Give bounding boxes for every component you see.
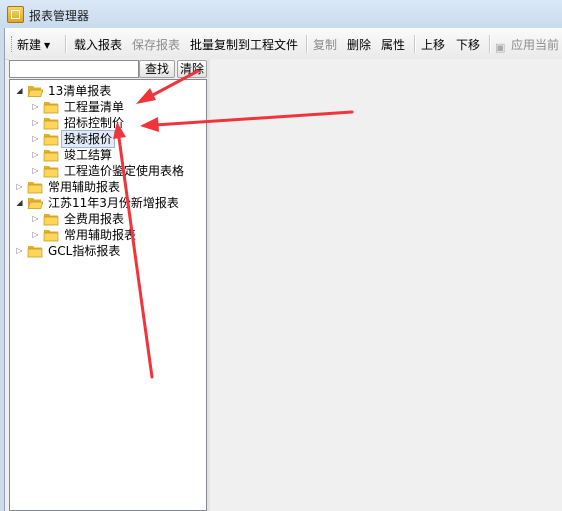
tree-node-13-list-reports[interactable]: ◢ 13清单报表 xyxy=(14,83,113,99)
find-button[interactable]: 查找 xyxy=(139,60,175,78)
tree-node-label: 常用辅助报表 xyxy=(48,180,121,194)
tree-node-completion-settlement[interactable]: ▷ 竣工结算 xyxy=(30,147,114,163)
collapsed-toggle-icon[interactable]: ▷ xyxy=(30,211,41,227)
tree-node-tender-control-price[interactable]: ▷ 招标控制价 xyxy=(30,115,126,131)
collapsed-toggle-icon[interactable]: ▷ xyxy=(30,147,41,163)
tree-node-label: GCL指标报表 xyxy=(48,244,121,258)
tree-node-label: 全费用报表 xyxy=(64,212,125,226)
report-manager-window: 新建 ▼ 载入报表 保存报表 批量复制到工程文件 复制 删除 属性 上移 下移 ▣… xyxy=(4,28,562,511)
tree-node-jiangsu-new-reports[interactable]: ◢ 江苏11年3月份新增报表 xyxy=(14,195,181,211)
folder-icon xyxy=(43,166,59,178)
tree-node-label: 工程造价鉴定使用表格 xyxy=(64,164,185,178)
tree-node-gcl-indicator-reports[interactable]: ▷ GCL指标报表 xyxy=(14,243,122,259)
tree-node-bid-quotation[interactable]: ▷ 投标报价 xyxy=(30,130,116,148)
collapsed-toggle-icon[interactable]: ▷ xyxy=(30,99,41,115)
toolbar: 新建 ▼ 载入报表 保存报表 批量复制到工程文件 复制 删除 属性 上移 下移 ▣… xyxy=(5,28,562,60)
new-label: 新建 xyxy=(17,38,42,52)
app-icon xyxy=(7,6,24,23)
tree-node-label: 江苏11年3月份新增报表 xyxy=(48,196,179,210)
report-preview-area xyxy=(210,59,562,511)
folder-icon xyxy=(43,150,59,162)
tree-node-label: 竣工结算 xyxy=(64,148,113,162)
title-bar: 报表管理器 xyxy=(0,0,562,28)
tree-node-label: 13清单报表 xyxy=(48,84,112,98)
batch-copy-button[interactable]: 批量复制到工程文件 xyxy=(190,36,298,53)
apply-current-button[interactable]: ▣ 应用当前 xyxy=(495,36,559,54)
tree-node-label: 投标报价 xyxy=(60,130,116,148)
folder-icon xyxy=(43,230,59,242)
tree-node-common-auxiliary-reports-2[interactable]: ▷ 常用辅助报表 xyxy=(30,227,138,243)
expanded-toggle-icon[interactable]: ◢ xyxy=(14,195,25,211)
expanded-toggle-icon[interactable]: ◢ xyxy=(14,83,25,99)
properties-button[interactable]: 属性 xyxy=(381,36,405,53)
folder-open-icon xyxy=(27,198,43,209)
toolbar-separator xyxy=(65,35,67,53)
clear-button[interactable]: 清除 xyxy=(177,60,207,78)
tree-node-label: 常用辅助报表 xyxy=(64,228,137,242)
collapsed-toggle-icon[interactable]: ▷ xyxy=(30,227,41,243)
toolbar-grip[interactable] xyxy=(11,36,14,52)
folder-icon xyxy=(27,182,43,194)
tree-node-label: 工程量清单 xyxy=(64,100,125,114)
toolbar-separator xyxy=(414,35,416,53)
tree-node-common-auxiliary-reports[interactable]: ▷ 常用辅助报表 xyxy=(14,179,122,195)
folder-open-icon xyxy=(27,86,43,97)
folder-icon xyxy=(43,102,59,114)
collapsed-toggle-icon[interactable]: ▷ xyxy=(30,131,41,147)
collapsed-toggle-icon[interactable]: ▷ xyxy=(14,179,25,195)
tree-node-cost-appraisal-forms[interactable]: ▷ 工程造价鉴定使用表格 xyxy=(30,163,186,179)
tree-node-bill-of-quantities[interactable]: ▷ 工程量清单 xyxy=(30,99,126,115)
toolbar-separator xyxy=(306,35,308,53)
dropdown-arrow-icon: ▼ xyxy=(44,41,51,50)
folder-icon xyxy=(43,118,59,130)
tree-node-label: 招标控制价 xyxy=(64,116,125,130)
delete-button[interactable]: 删除 xyxy=(347,36,371,53)
toolbar-separator xyxy=(489,35,491,53)
paste-icon: ▣ xyxy=(495,41,506,54)
collapsed-toggle-icon[interactable]: ▷ xyxy=(14,243,25,259)
new-button[interactable]: 新建 ▼ xyxy=(17,36,50,53)
window-title: 报表管理器 xyxy=(29,9,90,23)
report-tree[interactable]: ◢ 13清单报表 ▷ 工程量清单 ▷ 招标控制价 ▷ 投标报价 ▷ 竣工结算 ▷ 工程造价鉴… xyxy=(9,79,207,511)
collapsed-toggle-icon[interactable]: ▷ xyxy=(30,163,41,179)
copy-button[interactable]: 复制 xyxy=(313,36,337,53)
search-input[interactable] xyxy=(9,60,139,78)
tree-node-full-cost-reports[interactable]: ▷ 全费用报表 xyxy=(30,211,126,227)
folder-icon xyxy=(43,214,59,226)
folder-icon xyxy=(43,134,59,146)
apply-current-label: 应用当前 xyxy=(511,38,560,52)
folder-icon xyxy=(27,246,43,258)
save-report-button[interactable]: 保存报表 xyxy=(132,36,180,53)
move-up-button[interactable]: 上移 xyxy=(421,36,445,53)
move-down-button[interactable]: 下移 xyxy=(456,36,480,53)
load-report-button[interactable]: 载入报表 xyxy=(74,36,122,53)
report-tree-panel: 查找 清除 ◢ 13清单报表 ▷ 工程量清单 ▷ 招标控制价 ▷ 投标报价 ▷ 竣工结算 … xyxy=(9,59,207,511)
collapsed-toggle-icon[interactable]: ▷ xyxy=(30,115,41,131)
